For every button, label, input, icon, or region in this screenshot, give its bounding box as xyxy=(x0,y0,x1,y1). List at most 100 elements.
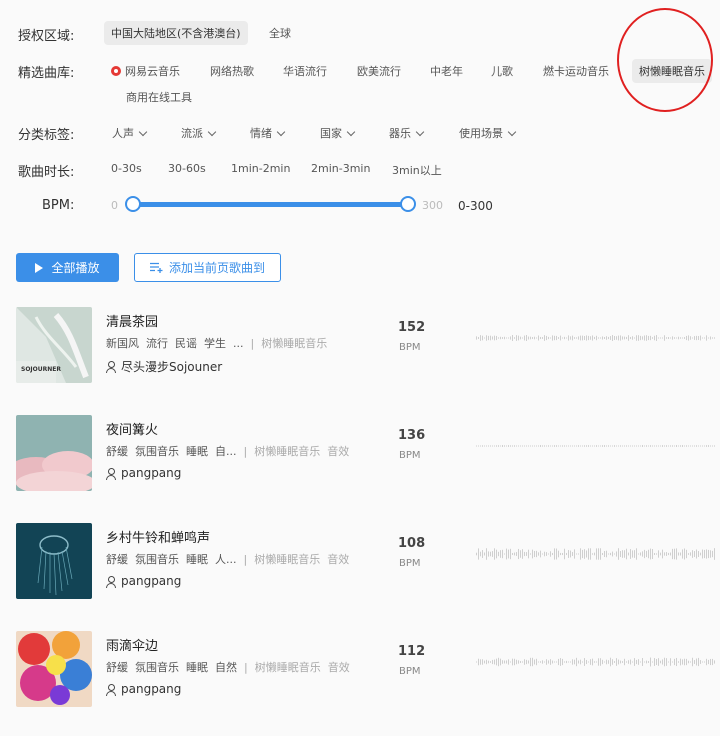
category-scene[interactable]: 使用场景 xyxy=(459,125,517,141)
song-bpm-value: 136 xyxy=(398,428,426,443)
extra-tag: 音效 xyxy=(327,553,350,566)
library-option-western[interactable]: 欧美流行 xyxy=(357,63,401,79)
library-option-kids[interactable]: 儿歌 xyxy=(491,63,513,79)
song-row[interactable]: SOJOURNER 清晨茶园 新国风 流行 民谣 学生... | 树懒睡眠音乐 尽头漫步S… xyxy=(0,307,720,387)
tag[interactable]: 氛围音乐 xyxy=(135,553,179,566)
tag[interactable]: 自然 xyxy=(215,661,237,674)
tag[interactable]: 氛围音乐 xyxy=(135,445,179,458)
song-row[interactable]: 乡村牛铃和蝉鸣声 舒缓 氛围音乐 睡眠 人... | 树懒睡眠音乐 音效 pangpang … xyxy=(0,523,720,603)
bpm-slider-track[interactable] xyxy=(131,202,407,207)
song-title[interactable]: 夜间篝火 xyxy=(106,419,158,438)
tag[interactable]: 流行 xyxy=(146,337,168,350)
song-bpm-value: 152 xyxy=(398,320,426,335)
tag[interactable]: 氛围音乐 xyxy=(135,661,179,674)
category-instrument[interactable]: 器乐 xyxy=(389,125,425,141)
song-row[interactable]: 夜间篝火 舒缓 氛围音乐 睡眠 自... | 树懒睡眠音乐 音效 pangpang 136 … xyxy=(0,415,720,495)
category-instrument-label: 器乐 xyxy=(389,127,411,140)
song-bpm-value: 112 xyxy=(398,644,426,659)
song-tags: 新国风 流行 民谣 学生... | 树懒睡眠音乐 xyxy=(106,335,334,351)
library-option-hot[interactable]: 网络热歌 xyxy=(210,63,254,79)
netease-logo-icon xyxy=(111,66,121,76)
tag[interactable]: 人... xyxy=(215,553,237,566)
tag[interactable]: 学生 xyxy=(204,337,226,350)
tag[interactable]: ... xyxy=(233,337,244,350)
duration-3plus[interactable]: 3min以上 xyxy=(392,162,442,178)
duration-0-30[interactable]: 0-30s xyxy=(111,162,142,175)
category-scene-label: 使用场景 xyxy=(459,127,503,140)
chevron-down-icon xyxy=(415,127,425,137)
song-artist[interactable]: 尽头漫步Sojouner xyxy=(106,358,222,375)
add-page-label: 添加当前页歌曲到 xyxy=(168,261,265,275)
song-title[interactable]: 清晨茶园 xyxy=(106,311,158,330)
user-icon xyxy=(106,575,116,588)
library-option-elderly[interactable]: 中老年 xyxy=(430,63,463,79)
category-genre-label: 流派 xyxy=(181,127,203,140)
song-waveform[interactable] xyxy=(476,539,720,569)
artist-name: pangpang xyxy=(121,466,182,480)
artist-name: pangpang xyxy=(121,574,182,588)
source-tag: 树懒睡眠音乐 xyxy=(261,337,328,350)
tag[interactable]: 舒缓 xyxy=(106,445,128,458)
tag[interactable]: 睡眠 xyxy=(186,445,208,458)
category-genre[interactable]: 流派 xyxy=(181,125,217,141)
duration-1-2[interactable]: 1min-2min xyxy=(231,162,290,175)
tag[interactable]: 新国风 xyxy=(106,337,139,350)
song-title[interactable]: 乡村牛铃和蝉鸣声 xyxy=(106,527,210,546)
separator: | xyxy=(244,661,248,674)
play-icon xyxy=(35,262,44,273)
song-cover[interactable] xyxy=(16,523,92,599)
tag[interactable]: 舒缓 xyxy=(106,553,128,566)
song-tags: 舒缓 氛围音乐 睡眠 人... | 树懒睡眠音乐 音效 xyxy=(106,551,356,567)
bpm-slider-max-handle[interactable] xyxy=(400,196,416,212)
song-title[interactable]: 雨滴伞边 xyxy=(106,635,158,654)
song-waveform[interactable] xyxy=(476,323,720,353)
tag[interactable]: 舒缓 xyxy=(106,661,128,674)
chevron-down-icon xyxy=(507,127,517,137)
region-label: 授权区域: xyxy=(18,29,75,44)
category-mood-label: 情绪 xyxy=(250,127,272,140)
song-bpm-label: BPM xyxy=(399,342,421,353)
tag[interactable]: 自... xyxy=(215,445,237,458)
song-cover[interactable] xyxy=(16,415,92,491)
song-cover[interactable]: SOJOURNER xyxy=(16,307,92,383)
region-option-mainland[interactable]: 中国大陆地区(不含港澳台) xyxy=(104,21,248,45)
play-all-button[interactable]: 全部播放 xyxy=(16,253,119,282)
category-vocal[interactable]: 人声 xyxy=(112,125,148,141)
separator: | xyxy=(243,553,248,566)
category-country-label: 国家 xyxy=(320,127,342,140)
library-label: 精选曲库: xyxy=(18,66,75,81)
separator: | xyxy=(250,337,255,350)
add-page-songs-button[interactable]: 添加当前页歌曲到 xyxy=(134,253,281,282)
song-waveform[interactable] xyxy=(476,647,720,677)
library-option-cpop[interactable]: 华语流行 xyxy=(283,63,327,79)
chevron-down-icon xyxy=(207,127,217,137)
song-artist[interactable]: pangpang xyxy=(106,466,181,480)
user-icon xyxy=(106,683,116,696)
duration-2-3[interactable]: 2min-3min xyxy=(311,162,370,175)
song-bpm-label: BPM xyxy=(399,666,421,677)
song-cover[interactable] xyxy=(16,631,92,707)
library-option-sport[interactable]: 燃卡运动音乐 xyxy=(543,63,609,79)
song-row[interactable]: 雨滴伞边 舒缓 氛围音乐 睡眠 自然 | 树懒睡眠音乐 音效 pangpang 112 BP… xyxy=(0,631,720,711)
separator: | xyxy=(243,445,248,458)
tag[interactable]: 民谣 xyxy=(175,337,197,350)
source-tag: 树懒睡眠音乐 xyxy=(254,553,321,566)
tag[interactable]: 睡眠 xyxy=(186,553,208,566)
category-country[interactable]: 国家 xyxy=(320,125,356,141)
song-bpm-value: 108 xyxy=(398,536,426,551)
region-option-global[interactable]: 全球 xyxy=(269,25,291,41)
song-waveform[interactable] xyxy=(476,431,720,461)
song-artist[interactable]: pangpang xyxy=(106,574,181,588)
song-bpm-label: BPM xyxy=(399,558,421,569)
duration-label: 歌曲时长: xyxy=(18,165,75,180)
library-option-commercial[interactable]: 商用在线工具 xyxy=(126,89,192,105)
tag[interactable]: 睡眠 xyxy=(186,661,208,674)
category-mood[interactable]: 情绪 xyxy=(250,125,286,141)
chevron-down-icon xyxy=(276,127,286,137)
bpm-slider-min-handle[interactable] xyxy=(125,196,141,212)
song-artist[interactable]: pangpang xyxy=(106,682,181,696)
library-option-netease-label: 网易云音乐 xyxy=(125,65,180,78)
category-label: 分类标签: xyxy=(18,128,75,143)
library-option-netease[interactable]: 网易云音乐 xyxy=(111,63,180,79)
duration-30-60[interactable]: 30-60s xyxy=(168,162,206,175)
